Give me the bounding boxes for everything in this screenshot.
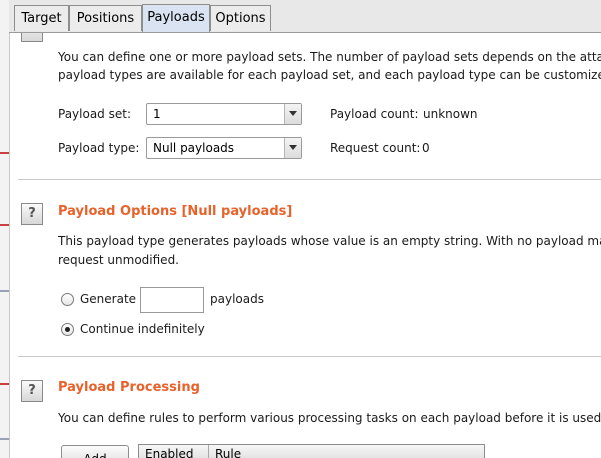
payload-options-description: request unmodified. bbox=[58, 253, 179, 267]
processing-rules-table: Enabled Rule bbox=[138, 444, 485, 458]
background-mark bbox=[0, 438, 9, 440]
help-icon[interactable]: ? bbox=[21, 203, 43, 225]
payloads-panel: You can define one or more payload sets.… bbox=[9, 33, 601, 458]
request-count-value: 0 bbox=[422, 141, 430, 155]
background-window-strip bbox=[0, 0, 9, 458]
payloads-suffix-label: payloads bbox=[210, 292, 264, 306]
payload-sets-description: You can define one or more payload sets.… bbox=[58, 50, 601, 64]
payload-type-value: Null payloads bbox=[153, 141, 235, 155]
background-mark bbox=[0, 152, 9, 154]
intruder-tab-bar: Target Positions Payloads Options bbox=[9, 0, 601, 33]
section-title-payload-options: Payload Options [Null payloads] bbox=[58, 204, 293, 219]
background-mark bbox=[0, 383, 9, 385]
background-mark bbox=[0, 224, 9, 226]
generate-radio[interactable] bbox=[61, 293, 74, 306]
chevron-down-icon bbox=[284, 104, 301, 124]
payload-set-select[interactable]: 1 bbox=[146, 103, 302, 125]
section-title-payload-processing: Payload Processing bbox=[58, 380, 200, 395]
generate-count-input[interactable] bbox=[140, 287, 204, 313]
panel-border bbox=[9, 33, 10, 458]
payload-sets-description: payload types are available for each pay… bbox=[58, 68, 601, 82]
add-rule-button[interactable]: Add bbox=[61, 445, 129, 458]
payload-type-select[interactable]: Null payloads bbox=[146, 137, 302, 159]
help-icon[interactable]: ? bbox=[21, 380, 43, 402]
payload-options-description: This payload type generates payloads who… bbox=[58, 234, 601, 248]
payload-set-label: Payload set: bbox=[58, 107, 131, 121]
background-mark bbox=[0, 290, 9, 292]
request-count-label: Request count: bbox=[330, 141, 421, 155]
payload-processing-description: You can define rules to perform various … bbox=[58, 411, 601, 425]
section-divider bbox=[18, 356, 601, 357]
tab-options[interactable]: Options bbox=[210, 5, 271, 31]
chevron-down-icon bbox=[284, 138, 301, 158]
payload-count-value: unknown bbox=[423, 107, 478, 121]
tab-payloads[interactable]: Payloads bbox=[142, 4, 210, 32]
section-divider bbox=[18, 179, 601, 180]
column-header-enabled[interactable]: Enabled bbox=[139, 445, 209, 458]
column-header-rule[interactable]: Rule bbox=[209, 445, 484, 458]
help-icon[interactable] bbox=[21, 33, 43, 42]
tab-positions[interactable]: Positions bbox=[69, 5, 142, 31]
payload-type-label: Payload type: bbox=[58, 141, 140, 155]
payload-count-label: Payload count: bbox=[330, 107, 419, 121]
payload-set-value: 1 bbox=[153, 107, 161, 121]
tab-target[interactable]: Target bbox=[14, 5, 69, 31]
generate-label: Generate bbox=[80, 292, 137, 306]
continue-indefinitely-label: Continue indefinitely bbox=[80, 322, 205, 336]
continue-indefinitely-radio[interactable] bbox=[61, 323, 74, 336]
